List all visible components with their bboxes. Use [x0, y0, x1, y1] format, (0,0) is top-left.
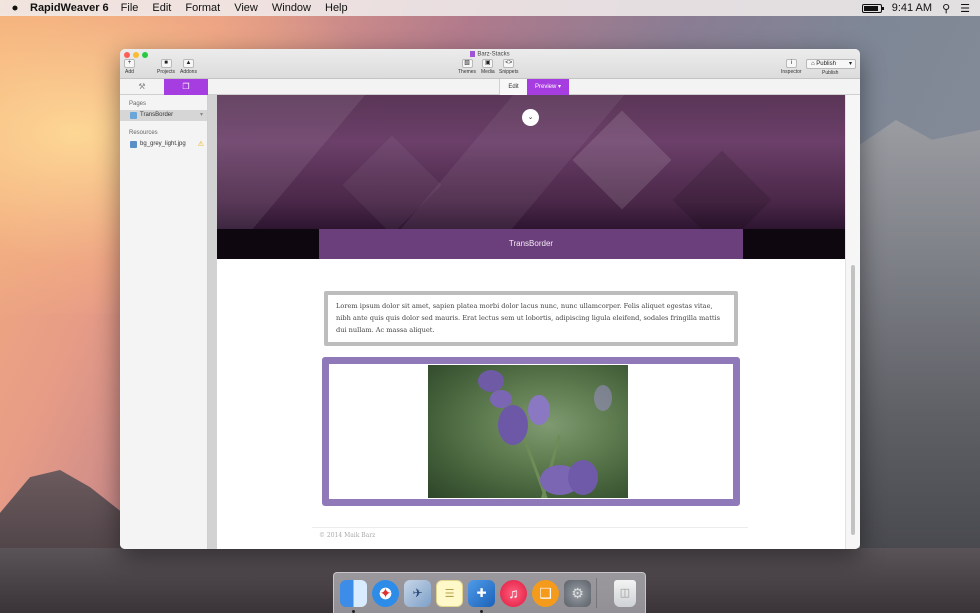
page-icon [130, 112, 137, 119]
snippets-label: Snippets [499, 69, 519, 75]
preview-mode-label: Preview [534, 84, 557, 90]
dock-separator [596, 578, 597, 608]
safari-icon[interactable]: ✦ [372, 579, 399, 607]
publish-button[interactable]: ⌂ Publish ▾ [806, 59, 856, 69]
projects-icon: ■ [160, 59, 172, 68]
running-indicator [480, 609, 483, 613]
sidebar-item-label: bg_grey_light.jpg [140, 141, 186, 147]
menu-bar: ⚫ RapidWeaver 6 File Edit Format View Wi… [0, 0, 980, 16]
window-title-text: Barz-Stacks [477, 51, 510, 58]
chevron-down-icon: ▾ [848, 61, 852, 67]
flower-blossom [478, 370, 504, 392]
media-button[interactable]: ▣ Media [481, 59, 495, 75]
notes-icon[interactable]: ☰ [436, 579, 463, 607]
menu-view[interactable]: View [234, 2, 258, 14]
sidebar-item-transborder[interactable]: TransBorder ▾ [120, 110, 207, 121]
menu-app-name[interactable]: RapidWeaver 6 [30, 2, 109, 14]
sidebar-item-label: TransBorder [140, 112, 174, 118]
publish-button-label: Publish [816, 61, 836, 67]
preview-scrollbar[interactable] [845, 95, 860, 549]
chevron-down-icon: ▾ [558, 84, 562, 90]
finder-icon[interactable] [340, 579, 367, 613]
inspector-button[interactable]: i Inspector [781, 59, 802, 75]
notification-list-icon[interactable]: ☰ [960, 2, 970, 15]
hero-title-bar: TransBorder [319, 229, 743, 259]
system-preferences-icon[interactable]: ⚙ [564, 579, 591, 607]
apple-menu-icon[interactable]: ⚫ [0, 2, 30, 15]
flower-blossom [568, 460, 598, 495]
plus-icon: + [124, 59, 135, 68]
media-icon: ▣ [482, 59, 494, 68]
pages-icon: ❐ [182, 82, 190, 91]
footer-divider [312, 527, 748, 528]
themes-button[interactable]: ▧ Themes [458, 59, 476, 75]
mode-bar: ⚒ ❐ Edit Preview ▾ [120, 79, 860, 95]
add-label: Add [125, 69, 134, 75]
menu-help[interactable]: Help [325, 2, 348, 14]
home-icon: ⌂ [811, 61, 815, 67]
pages-heading: Pages [129, 101, 147, 107]
lavender-image [428, 365, 628, 498]
projects-label: Projects [157, 69, 176, 75]
dock: ✦ ✈ ☰ ✚ ♫ ❑ ⚙ ◫ [333, 572, 646, 613]
sidebar-divider[interactable] [208, 95, 217, 549]
resources-heading: Resources [129, 130, 158, 136]
code-icon: <> [503, 59, 515, 68]
flower-blossom [498, 405, 528, 445]
hero-banner: ⌄ [217, 95, 845, 250]
inspector-label: Inspector [781, 69, 802, 75]
flower-blossom [594, 385, 612, 411]
menu-format[interactable]: Format [185, 2, 220, 14]
flower-blossom [528, 395, 550, 425]
wrench-icon: ⚒ [138, 82, 146, 91]
media-label: Media [481, 69, 495, 75]
image-file-icon [130, 141, 137, 148]
tab-pages[interactable]: ❐ [164, 79, 208, 95]
page-preview: ⌄ TransBorder Lorem ipsum dolor sit amet… [217, 95, 845, 549]
mail-icon[interactable]: ✈ [404, 579, 431, 607]
rapidweaver-icon[interactable]: ✚ [468, 579, 495, 613]
desktop-mountain-right [860, 120, 980, 613]
edit-mode-button[interactable]: Edit [499, 79, 527, 95]
chevron-down-icon[interactable]: ▾ [200, 110, 203, 121]
scrollbar-thumb[interactable] [851, 265, 855, 535]
hero-pattern-shape [572, 110, 672, 210]
info-icon: i [785, 59, 797, 68]
snippets-button[interactable]: <> Snippets [499, 59, 518, 75]
menu-window[interactable]: Window [272, 2, 311, 14]
ibooks-icon[interactable]: ❑ [532, 579, 559, 607]
tab-settings[interactable]: ⚒ [120, 79, 164, 95]
trash-icon[interactable]: ◫ [614, 579, 636, 607]
battery-icon[interactable] [861, 3, 884, 13]
document-icon [470, 51, 476, 57]
puzzle-icon: ▲ [182, 59, 194, 68]
addons-label: Addons [180, 69, 197, 75]
menu-edit[interactable]: Edit [152, 2, 171, 14]
warning-icon: ⚠ [197, 141, 204, 148]
text-block: Lorem ipsum dolor sit amet, sapien plate… [324, 291, 738, 346]
projects-button[interactable]: ■ Projects [157, 59, 175, 75]
themes-icon: ▧ [461, 59, 473, 68]
sidebar-item-bg-grey-light[interactable]: bg_grey_light.jpg ⚠ [120, 139, 207, 150]
app-window: Barz-Stacks + Add ■ Projects ▲ Addons ▧ … [120, 49, 860, 549]
themes-label: Themes [458, 69, 477, 75]
preview-mode-button[interactable]: Preview ▾ [527, 79, 569, 95]
itunes-icon[interactable]: ♫ [500, 579, 527, 607]
hero-pattern-shape [342, 135, 442, 235]
addons-button[interactable]: ▲ Addons [180, 59, 197, 75]
window-titlebar: Barz-Stacks + Add ■ Projects ▲ Addons ▧ … [120, 49, 860, 79]
window-title: Barz-Stacks [120, 51, 860, 58]
publish-label: Publish [822, 70, 839, 76]
running-indicator [352, 609, 355, 613]
menu-file[interactable]: File [121, 2, 139, 14]
sidebar: Pages TransBorder ▾ Resources bg_grey_li… [120, 95, 208, 549]
search-icon[interactable]: ⚲ [942, 2, 950, 15]
menu-clock[interactable]: 9:41 AM [892, 2, 932, 14]
add-button[interactable]: + Add [124, 59, 135, 75]
scroll-down-icon[interactable]: ⌄ [522, 109, 539, 126]
image-frame [322, 357, 740, 506]
footer-copyright: © 2014 Maik Barz [319, 532, 376, 539]
